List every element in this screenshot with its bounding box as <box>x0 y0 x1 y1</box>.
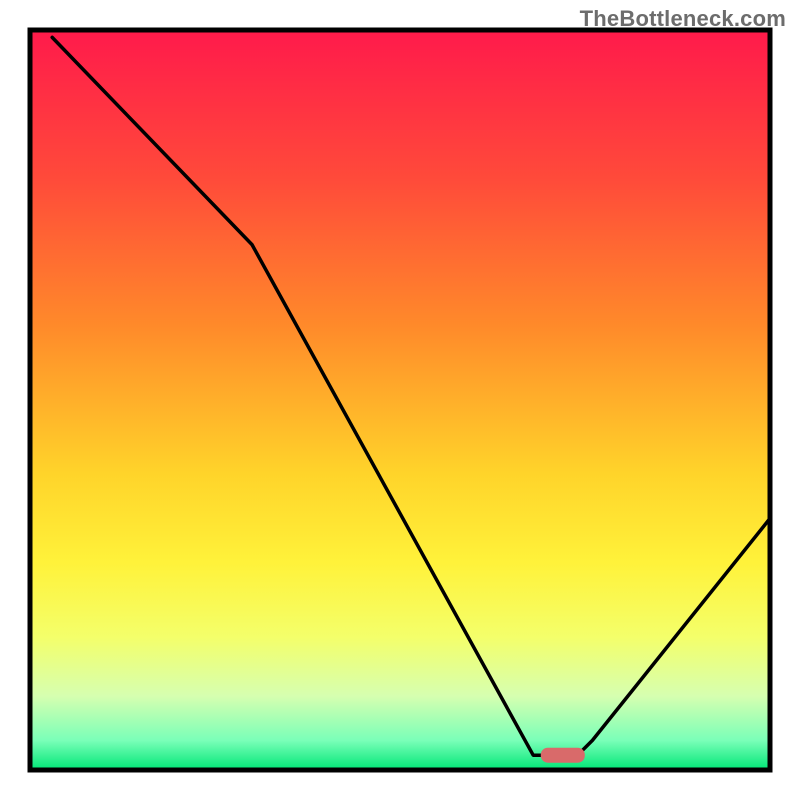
bottleneck-chart <box>0 0 800 800</box>
optimal-region-marker <box>541 748 585 763</box>
watermark-text: TheBottleneck.com <box>580 6 786 32</box>
chart-container: TheBottleneck.com <box>0 0 800 800</box>
plot-area <box>30 30 770 770</box>
